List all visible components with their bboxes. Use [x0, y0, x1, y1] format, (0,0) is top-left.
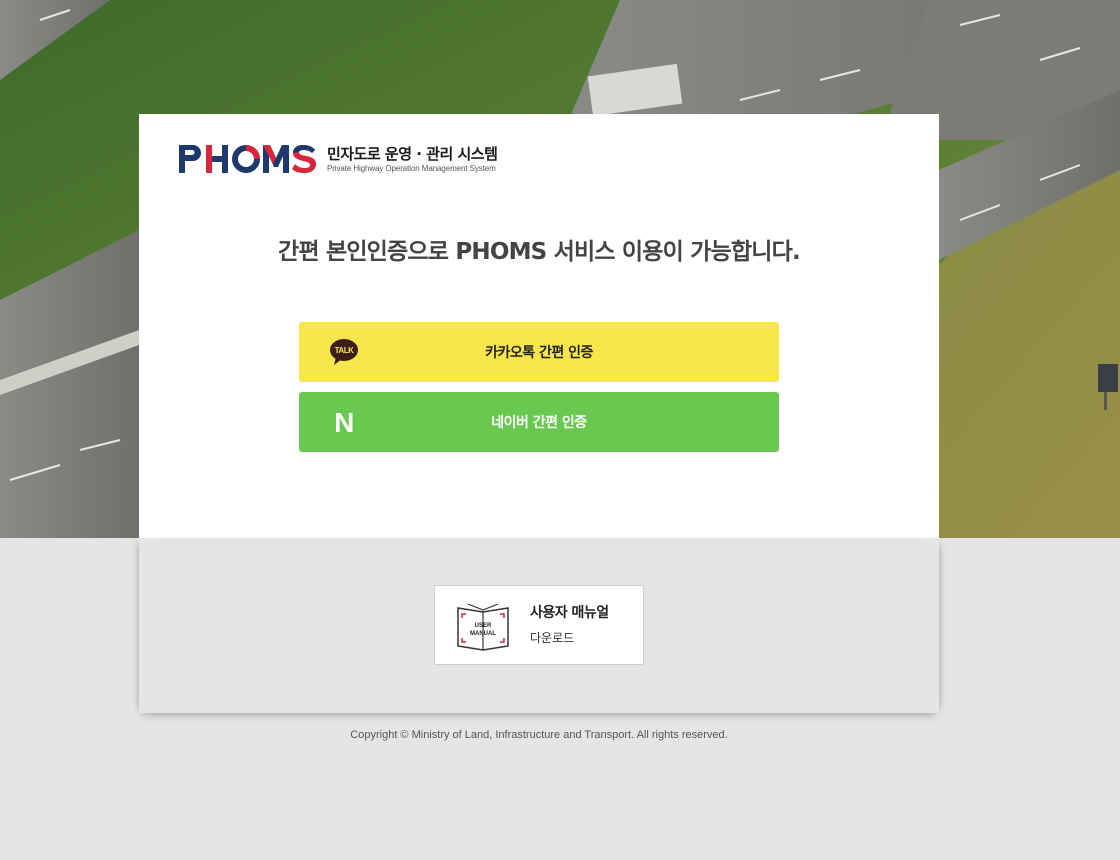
kakao-auth-button[interactable]: TALK 카카오톡 간편 인증 — [299, 322, 779, 382]
manual-icon-text-line1: USER — [475, 623, 492, 629]
phoms-logo-text: 민자도로 운영 · 관리 시스템 Private Highway Operati… — [327, 144, 498, 174]
manual-title: 사용자 매뉴얼 — [530, 605, 609, 621]
copyright-text: Copyright © Ministry of Land, Infrastruc… — [350, 729, 728, 741]
logo-subtitle-en: Private Highway Operation Management Sys… — [327, 163, 496, 173]
kakao-talk-icon: TALK — [329, 338, 359, 366]
logo-title-kr: 민자도로 운영 · 관리 시스템 — [327, 144, 498, 163]
kakao-auth-label: 카카오톡 간편 인증 — [485, 345, 593, 361]
manual-icon-text-line2: MANUAL — [470, 631, 496, 637]
user-manual-book-icon: USER MANUAL — [454, 600, 512, 652]
phoms-logo-mark — [179, 143, 317, 175]
naver-auth-label: 네이버 간편 인증 — [491, 415, 587, 431]
page-headline: 간편 본인인증으로 PHOMS 서비스 이용이 가능합니다. — [278, 239, 801, 265]
phoms-logo[interactable]: 민자도로 운영 · 관리 시스템 Private Highway Operati… — [179, 142, 498, 176]
naver-icon-text: N — [334, 408, 354, 436]
footer-panel: USER MANUAL 사용자 매뉴얼 다운로드 — [139, 538, 939, 713]
naver-icon: N — [329, 407, 359, 438]
kakao-talk-icon-text: TALK — [335, 346, 354, 355]
naver-auth-button[interactable]: N 네이버 간편 인증 — [299, 392, 779, 452]
manual-download-label: 다운로드 — [530, 631, 575, 645]
user-manual-download-button[interactable]: USER MANUAL 사용자 매뉴얼 다운로드 — [434, 585, 644, 665]
phoms-wordmark-icon — [179, 145, 316, 173]
auth-card: 민자도로 운영 · 관리 시스템 Private Highway Operati… — [139, 114, 939, 538]
